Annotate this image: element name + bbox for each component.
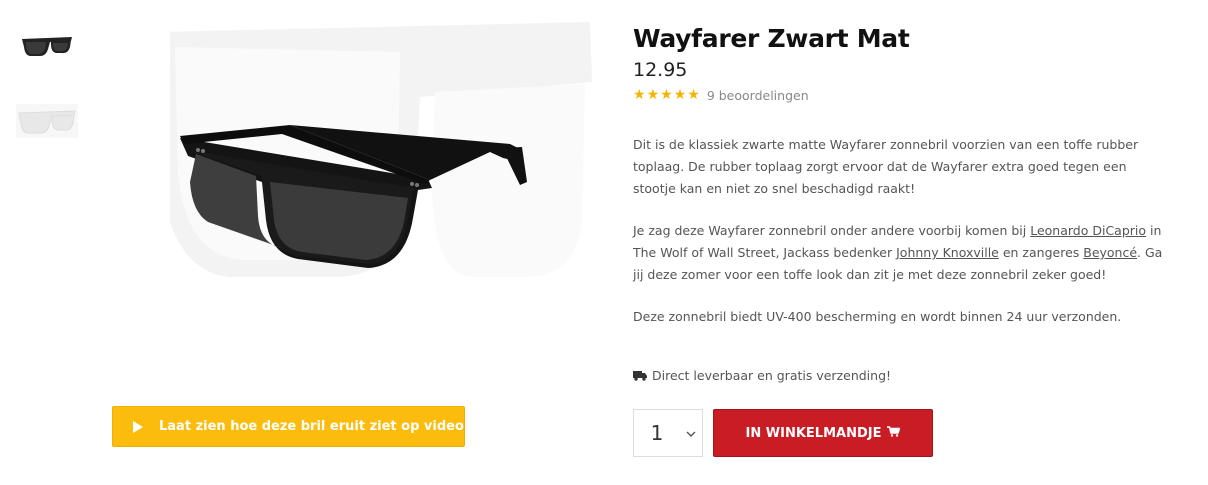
- quantity-select[interactable]: 1: [633, 409, 703, 457]
- video-button[interactable]: Laat zien hoe deze bril eruit ziet op vi…: [112, 406, 465, 447]
- truck-icon: [633, 371, 647, 381]
- video-button-label: Laat zien hoe deze bril eruit ziet op vi…: [159, 419, 464, 434]
- shipping-info: Direct leverbaar en gratis verzending!: [633, 368, 891, 383]
- product-info: Wayfarer Zwart Mat 12.95 ★ ★ ★ ★ ★ 9 beo…: [633, 22, 1178, 104]
- star-icon: ★: [687, 87, 700, 103]
- text: Je zag deze Wayfarer zonnebril onder and…: [633, 223, 1031, 238]
- product-main-image: [170, 22, 592, 290]
- text: en zangeres: [998, 245, 1084, 260]
- product-description: Dit is de klassiek zwarte matte Wayfarer…: [633, 134, 1173, 348]
- shipping-text: Direct leverbaar en gratis verzending!: [652, 368, 892, 383]
- star-icon: ★: [673, 87, 687, 103]
- description-paragraph: Dit is de klassiek zwarte matte Wayfarer…: [633, 137, 1139, 196]
- thumbnail-list: [16, 24, 80, 172]
- link-beyonce[interactable]: Beyoncé: [1083, 245, 1137, 260]
- star-icon: ★: [633, 87, 646, 103]
- description-paragraph: Deze zonnebril biedt UV-400 bescherming …: [633, 309, 1122, 324]
- thumbnail-black[interactable]: [16, 24, 78, 70]
- play-icon: [133, 420, 143, 433]
- product-title: Wayfarer Zwart Mat: [633, 24, 910, 53]
- rating-stars: ★ ★ ★ ★ ★: [633, 88, 700, 102]
- star-icon: ★: [646, 87, 660, 103]
- chevron-down-icon: [680, 426, 702, 440]
- quantity-value: 1: [650, 421, 664, 445]
- star-icon: ★: [660, 87, 673, 103]
- reviews-link[interactable]: 9 beoordelingen: [707, 88, 809, 103]
- add-to-cart-label: IN WINKELMANDJE: [745, 425, 882, 441]
- thumbnail-white[interactable]: [16, 98, 78, 144]
- link-leonardo-dicaprio[interactable]: Leonardo DiCaprio: [1030, 223, 1146, 238]
- product-price: 12.95: [633, 59, 688, 81]
- cart-icon: [887, 425, 902, 441]
- rating: ★ ★ ★ ★ ★ 9 beoordelingen: [633, 86, 1178, 104]
- add-to-cart-button[interactable]: IN WINKELMANDJE: [713, 409, 933, 457]
- description-paragraph: Je zag deze Wayfarer zonnebril onder and…: [633, 220, 1173, 286]
- link-johnny-knoxville[interactable]: Johnny Knoxville: [896, 245, 999, 260]
